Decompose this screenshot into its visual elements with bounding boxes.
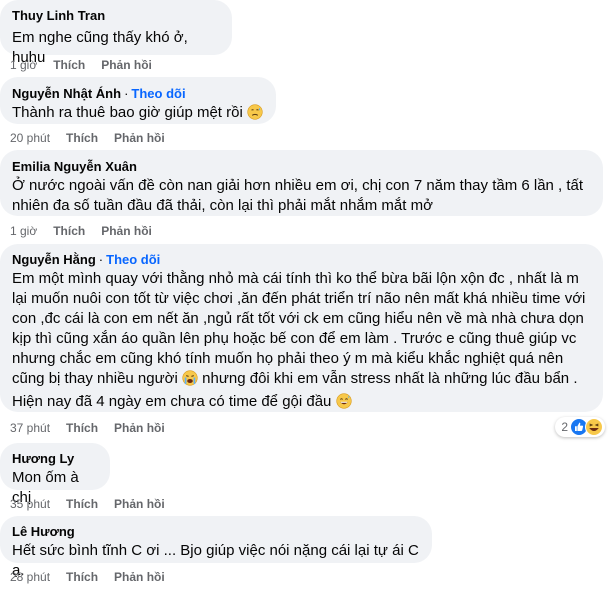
comment-author[interactable]: Hương Ly [12,450,98,467]
comment-author[interactable]: Emilia Nguyễn Xuân [12,158,591,175]
comment-bubble: Nguyễn Hằng · Theo dõi Em một mình quay vớ… [0,244,603,412]
comment-author[interactable]: Lê Hương [12,523,420,540]
comment-text-line: con ,đc cái là con em nết ăn ,ngủ rất tố… [12,310,584,327]
comment-bubble: Nguyễn Nhật Ánh · Theo dõi Thành ra thuê b… [0,77,276,124]
haha-reaction-icon [585,418,603,436]
comment-text-line: cũng bị thay nhiều người nhưng đôi khi e… [12,369,591,392]
comment-author[interactable]: Thuy Linh Tran [12,7,220,24]
reply-button[interactable]: Phản hồi [101,58,152,72]
comment: Nguyễn Hằng · Theo dõi Em một mình quay vớ… [0,244,603,412]
comment-text-line: nhưng chắc em cũng khó tính muốn họ phải… [12,350,564,367]
comment-time[interactable]: 35 phút [10,497,50,511]
anxious-sweat-emoji-icon [247,104,263,126]
comment-text-content: Thành ra thuê bao giờ giúp mệt rồi [12,104,243,121]
grinning-sweat-emoji-icon [335,393,352,415]
comment-text-line: Hiện nay đã 4 ngày em chưa có time để gộ… [12,392,591,415]
comment-actions: 28 phút Thích Phản hồi [10,569,181,585]
like-button[interactable]: Thích [66,497,98,511]
comment-text-line: kịp thì cũng xắn áo quần lên phụ hoặc bế… [12,330,577,347]
comment-bubble: Lê Hương Hết sức bình tĩnh C ơi ... Bjo … [0,516,432,579]
comment-author-line: Nguyễn Hằng · Theo dõi [12,251,591,268]
reply-button[interactable]: Phản hồi [114,421,165,435]
comment-time[interactable]: 37 phút [10,421,50,435]
reply-button[interactable]: Phản hồi [114,131,165,145]
comment-bubble: Emilia Nguyễn Xuân Ở nước ngoài vấn đề c… [0,150,603,216]
follow-link[interactable]: Theo dõi [131,86,185,101]
separator-dot: · [124,86,129,101]
reply-button[interactable]: Phản hồi [114,570,165,584]
reply-button[interactable]: Phản hồi [101,224,152,238]
comment-actions: 37 phút Thích Phản hồi [10,420,181,436]
comment-text: Thành ra thuê bao giờ giúp mệt rồi [12,103,264,126]
comment-text-segment: Hiện nay đã 4 ngày em chưa có time để gộ… [12,393,332,410]
comment-time[interactable]: 1 giờ [10,58,37,72]
separator-dot: · [98,252,104,267]
comment-actions: 35 phút Thích Phản hồi [10,496,181,512]
comment-text-line: Em một mình quay với thằng nhỏ mà cái tí… [12,270,579,287]
comment-text-line: lại muốn nuôi con tốt từ việc chơi ,ăn đ… [12,290,586,307]
like-button[interactable]: Thích [66,421,98,435]
reply-button[interactable]: Phản hồi [114,497,165,511]
comment-text-segment: nhưng đôi khi em vẫn stress nhất là nhữn… [202,370,578,387]
comment-time[interactable]: 28 phút [10,570,50,584]
comment-actions: 20 phút Thích Phản hồi [10,130,181,146]
comment-bubble: Thuy Linh Tran Em nghe cũng thấy khó ở, … [0,0,232,66]
reaction-summary[interactable]: 2 [555,417,605,437]
comment-time[interactable]: 1 giờ [10,224,37,238]
comment-actions: 1 giờ Thích Phản hồi [10,57,168,73]
comment-author[interactable]: Nguyễn Hằng [12,252,96,267]
comment: Emilia Nguyễn Xuân Ở nước ngoài vấn đề c… [0,150,603,216]
like-button[interactable]: Thích [66,570,98,584]
comment-text: Ở nước ngoài vấn đề còn nan giải hơn nhi… [12,176,591,216]
comment-time[interactable]: 20 phút [10,131,50,145]
like-button[interactable]: Thích [66,131,98,145]
comment-text-segment: cũng bị thay nhiều người [12,370,178,387]
comment-author-line: Nguyễn Nhật Ánh · Theo dõi [12,85,264,102]
comment-text-line: Ở nước ngoài vấn đề còn nan giải hơn nhi… [12,177,584,194]
comment-actions: 1 giờ Thích Phản hồi [10,223,168,239]
comment-bubble: Hương Ly Mon ốm à chị [0,443,110,506]
crying-emoji-icon [182,370,198,392]
reaction-count: 2 [561,420,568,434]
follow-link[interactable]: Theo dõi [106,252,160,267]
like-button[interactable]: Thích [53,58,85,72]
comment-author[interactable]: Nguyễn Nhật Ánh [12,86,121,101]
comment-text: Em một mình quay với thằng nhỏ mà cái tí… [12,269,591,415]
comment-text-line: nhiên đa số tuần đầu đã thải, còn lại th… [12,197,433,214]
comment: Nguyễn Nhật Ánh · Theo dõi Thành ra thuê b… [0,77,276,124]
like-button[interactable]: Thích [53,224,85,238]
